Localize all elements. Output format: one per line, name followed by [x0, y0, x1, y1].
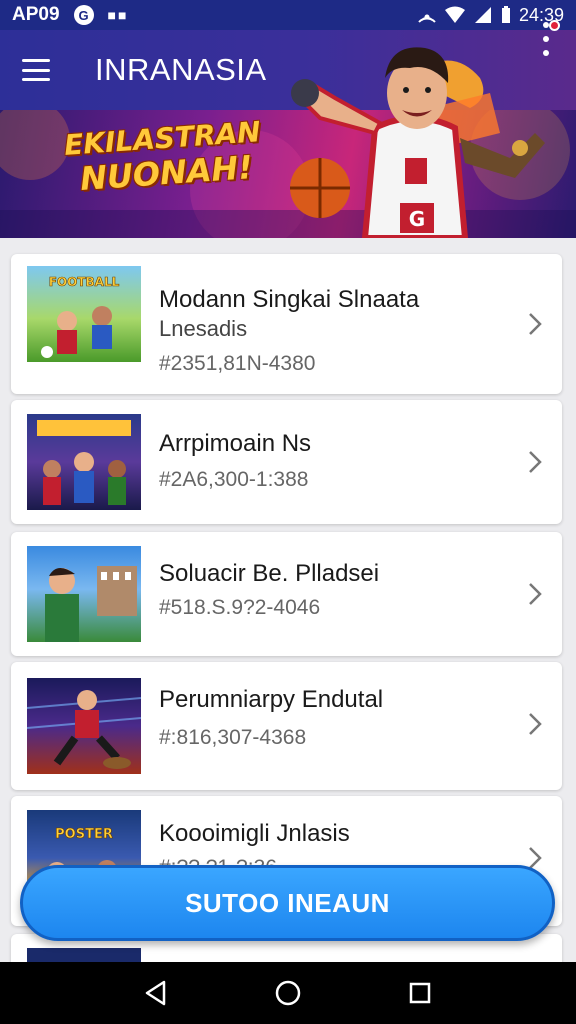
recents-icon[interactable] [405, 978, 435, 1008]
chevron-right-icon [529, 583, 542, 605]
item-thumbnail [27, 414, 141, 510]
item-title: Perumniarpy Endutal [159, 686, 384, 713]
menu-icon[interactable] [22, 59, 50, 81]
basketball-player-illustration: G [290, 47, 545, 238]
list-item[interactable]: Arrpimoain Ns #2A6,300-1:388 [11, 400, 562, 524]
system-nav-bar [0, 962, 576, 1024]
item-thumbnail [27, 948, 141, 962]
list-item[interactable]: Perumniarpy Endutal #:816,307-4368 [11, 662, 562, 790]
item-thumbnail [27, 678, 141, 774]
item-title: Arrpimoain Ns [159, 430, 312, 457]
list-item[interactable]: FOOTBALL Modann Singkai Slnaata Lnesadis… [11, 254, 562, 394]
hotspot-icon [418, 14, 436, 23]
item-code: #:816,307-4368 [159, 726, 307, 749]
item-thumbnail [27, 546, 141, 642]
home-icon[interactable] [273, 978, 303, 1008]
google-icon: G [73, 5, 94, 25]
primary-action-button[interactable]: SUTOO INEAUN [20, 865, 555, 941]
notification-dots-icon: ■■ [107, 7, 129, 23]
chevron-right-icon [529, 713, 542, 735]
notification-badge [549, 20, 560, 31]
chevron-right-icon [529, 313, 542, 335]
status-bar: AP09 G ■■ 24:39 [0, 0, 576, 30]
item-code: #518.S.9?2-4046 [159, 596, 321, 619]
app-title: INRANASIA [95, 52, 267, 87]
signal-icon [474, 7, 491, 23]
battery-icon [501, 6, 510, 23]
item-thumbnail: FOOTBALL [27, 266, 141, 362]
status-time: AP09 [12, 4, 60, 25]
status-left: AP09 G ■■ [12, 4, 128, 26]
item-code: #2A6,300-1:388 [159, 468, 309, 491]
back-icon[interactable] [141, 978, 171, 1008]
item-title: Koooimigli Jnlasis [159, 820, 350, 847]
item-subtitle: Lnesadis [159, 316, 248, 341]
wifi-icon [444, 6, 465, 23]
svg-text:G: G [409, 207, 425, 231]
list-item[interactable]: Soluacir Be. Plladsei #518.S.9?2-4046 [11, 532, 562, 656]
item-title: Soluacir Be. Plladsei [159, 560, 380, 587]
svg-text:POSTER: POSTER [55, 827, 113, 842]
chevron-right-icon [529, 451, 542, 473]
item-code: #2351,81N-4380 [159, 352, 316, 375]
svg-text:FOOTBALL: FOOTBALL [49, 275, 120, 289]
item-title: Modann Singkai Slnaata [159, 286, 420, 313]
game-list: FOOTBALL Modann Singkai Slnaata Lnesadis… [0, 238, 576, 962]
